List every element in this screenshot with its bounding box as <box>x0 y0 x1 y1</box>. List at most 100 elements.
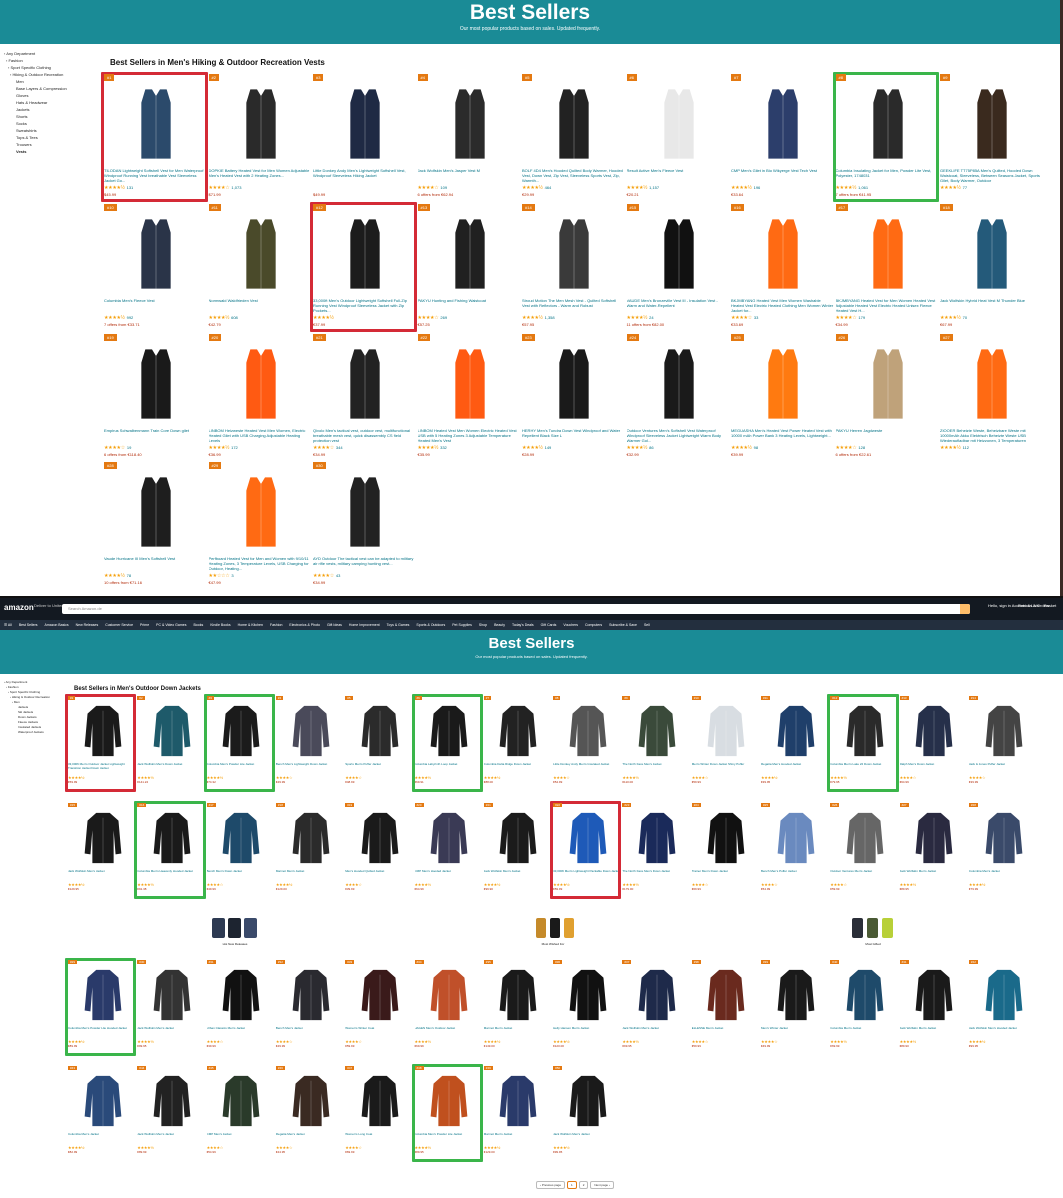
ad-hot-new-releases[interactable]: Hot New Releases <box>200 916 270 946</box>
product-card[interactable]: #45 CMP Men's Jacket ★★★★☆ €54.99 <box>206 1066 276 1162</box>
rating-stars[interactable]: ★★★★☆ 43 <box>313 573 340 579</box>
product-title[interactable]: Columbia Labyrinth Loop Jacket <box>415 762 482 774</box>
product-image[interactable] <box>843 966 887 1029</box>
product-title[interactable]: ELLESSE Men's Jacket <box>692 1026 759 1038</box>
review-count[interactable]: 43 <box>336 573 340 578</box>
product-title[interactable]: Trainer Men's Down Jacket <box>692 869 759 881</box>
product-title[interactable]: Regatta Men's Hooded Jacket <box>761 762 828 774</box>
product-title[interactable]: Outdoor Ventures Men's Jacket <box>830 869 897 881</box>
product-title[interactable]: Bench Men's Jacket <box>276 1026 343 1038</box>
product-title[interactable]: GEEKLIFE TT75P85A Men's Quilted, Hooded … <box>940 168 1043 184</box>
product-card[interactable]: #22 LINBOM Heated Vest Men Women Electric… <box>417 334 523 462</box>
product-card[interactable]: #47 Women's Long Coat ★★★★☆ €69.99 <box>345 1066 414 1162</box>
next-page-button[interactable]: Next page › <box>590 1181 614 1189</box>
rating-stars[interactable]: ★★★★☆ 33 <box>731 315 758 321</box>
product-title[interactable]: Sports Men's Puffer Jacket <box>345 762 412 774</box>
amazon-logo[interactable]: amazon <box>4 603 34 612</box>
product-title[interactable]: Qivolo Men's tactical vest, outdoor vest… <box>313 428 416 444</box>
product-image[interactable] <box>856 84 920 169</box>
product-card[interactable]: #10 Columbia Men's Fleece Vest ★★★★½ 992 7 o… <box>104 204 209 332</box>
product-card[interactable]: #14 Stroud Motion The Men Mesh Vest - Qui… <box>522 204 627 332</box>
product-image[interactable] <box>774 966 818 1029</box>
page-number-button[interactable]: 2 <box>578 1181 589 1189</box>
product-title[interactable]: 33,000ft Men's Lightweight Packable Down… <box>553 869 620 881</box>
sidebar-item[interactable]: Trousers <box>4 141 100 148</box>
product-card[interactable]: #11 Normwald Waldfrieden Vest ★★★★½ 608 €42.… <box>208 204 314 332</box>
product-image[interactable] <box>751 84 815 169</box>
review-count[interactable]: 179 <box>858 315 865 320</box>
product-image[interactable] <box>289 1072 333 1135</box>
product-title[interactable]: Men's Winter Jacket <box>761 1026 828 1038</box>
product-image[interactable] <box>427 809 471 872</box>
review-count[interactable]: 86 <box>649 445 653 450</box>
product-card[interactable]: #32 Bench Men's Jacket ★★★★☆ €49.99 <box>275 960 345 1056</box>
product-card[interactable]: #5 BOLF 4D4 Men's Hooded Quilted Body War… <box>522 74 627 202</box>
review-count[interactable]: 172 <box>231 445 238 450</box>
product-title[interactable]: Bench Men's Puffer Jacket <box>761 869 828 881</box>
product-card[interactable]: #24 Outdoor Ventures Men's Softshell Vest… <box>626 334 732 462</box>
product-title[interactable]: Columbia Men's Jacket <box>68 1132 135 1144</box>
product-image[interactable] <box>960 214 1024 299</box>
product-card[interactable]: #40 Columbia Men's Jacket ★★★★½ €69.99 <box>830 960 899 1056</box>
nav-link[interactable]: Prime <box>140 623 149 627</box>
product-image[interactable] <box>81 702 125 765</box>
product-image[interactable] <box>229 214 293 299</box>
rating-stars[interactable]: ★★★★½ 77 <box>940 185 967 191</box>
product-image[interactable] <box>289 702 333 765</box>
product-image[interactable] <box>496 809 540 872</box>
product-card[interactable]: #4 Bench Men's Lightweight Down Jacket ★★★… <box>275 696 345 792</box>
review-count[interactable]: 77 <box>963 185 967 190</box>
product-card[interactable]: #20 LINBOM Heizweste Heated Vest Men Wome… <box>208 334 314 462</box>
nav-link[interactable]: Home & Kitchen <box>238 623 263 627</box>
product-image[interactable] <box>333 344 397 429</box>
product-card[interactable]: #2 Jack Wolfskin Men's Down Jacket ★★★★½ €1… <box>137 696 206 792</box>
sidebar-item[interactable]: Men <box>4 78 100 85</box>
product-title[interactable]: Result Active Men's Fleece Vest <box>627 168 730 184</box>
product-card[interactable]: #19 Men's Hooded Quilted Jacket ★★★★☆ €39.9… <box>345 803 414 899</box>
product-card[interactable]: #12 Columbia Men's Lake 22 Down Jacket ★★★… <box>830 696 899 792</box>
product-title[interactable]: Columbia Men's Powder Lite Jacket <box>415 1132 482 1144</box>
product-title[interactable]: Bench Men's Lightweight Down Jacket <box>276 762 343 774</box>
product-title[interactable]: Jack Wolfskin Men's Jacket <box>900 869 967 881</box>
rating-stars[interactable]: ★★★★☆ 109 <box>418 185 448 191</box>
product-image[interactable] <box>704 966 748 1029</box>
product-image[interactable] <box>912 966 956 1029</box>
sidebar-item[interactable]: Shorts <box>4 113 100 120</box>
review-count[interactable]: 608 <box>231 315 238 320</box>
review-count[interactable]: 131 <box>127 185 134 190</box>
sidebar-item[interactable]: Waterproof Jackets <box>4 730 64 735</box>
product-card[interactable]: #25 MEGUASHA Men's Heated Vest Power Heat… <box>731 334 836 462</box>
product-title[interactable]: Jack Wolfskin Men's Jacket <box>553 1132 620 1144</box>
product-image[interactable] <box>704 702 748 765</box>
product-image[interactable] <box>566 809 610 872</box>
nav-link[interactable]: Books <box>193 623 203 627</box>
product-image[interactable] <box>333 84 397 169</box>
product-image[interactable] <box>774 702 818 765</box>
product-card[interactable]: #24 Trainer Men's Down Jacket ★★★★☆ €69.99 <box>691 803 761 899</box>
sidebar-item[interactable]: ‹ Sport Specific Clothing <box>4 64 100 71</box>
product-card[interactable]: #23 HERHY Men's Tundra Down Vest Windproo… <box>522 334 627 462</box>
product-image[interactable] <box>566 702 610 765</box>
product-card[interactable]: #44 Jack Wolfskin Men's Jacket ★★★★½ €89.99 <box>137 1066 206 1162</box>
ad-most-gifted[interactable]: Most Gifted <box>838 916 908 946</box>
rating-stars[interactable]: ★★★★½ 172 <box>209 445 238 451</box>
product-title[interactable]: Jack Wolfskin Men's Jacket <box>484 869 551 881</box>
product-title[interactable]: Columbia Men's Lake 22 Down Jacket <box>830 762 897 774</box>
rating-stars[interactable]: ★★★★½ 149 <box>522 445 551 451</box>
product-card[interactable]: #35 Marmot Men's Jacket ★★★★½ €149.00 <box>483 960 553 1056</box>
product-image[interactable] <box>124 472 188 557</box>
product-image[interactable] <box>289 966 333 1029</box>
sidebar-item[interactable]: Socks <box>4 120 100 127</box>
nav-link[interactable]: Shop <box>479 623 487 627</box>
product-card[interactable]: #3 Columbia Men's Powder Lite Jacket ★★★★½… <box>206 696 276 792</box>
product-title[interactable]: Regatta Men's Jacket <box>276 1132 343 1144</box>
product-title[interactable]: Columbia Men's Powder Lite Jacket <box>207 762 274 774</box>
product-card[interactable]: #19 Empirus Schwalbenmann Train Core Down… <box>104 334 209 462</box>
product-image[interactable] <box>289 809 333 872</box>
review-count[interactable]: 269 <box>440 315 447 320</box>
cart-icon[interactable]: Basket <box>1044 603 1056 608</box>
product-title[interactable]: Columbia Men's Jacket <box>830 1026 897 1038</box>
review-count[interactable]: 1,157 <box>649 185 659 190</box>
product-image[interactable] <box>438 344 502 429</box>
product-card[interactable]: #38 ELLESSE Men's Jacket ★★★★☆ €59.99 <box>691 960 761 1056</box>
